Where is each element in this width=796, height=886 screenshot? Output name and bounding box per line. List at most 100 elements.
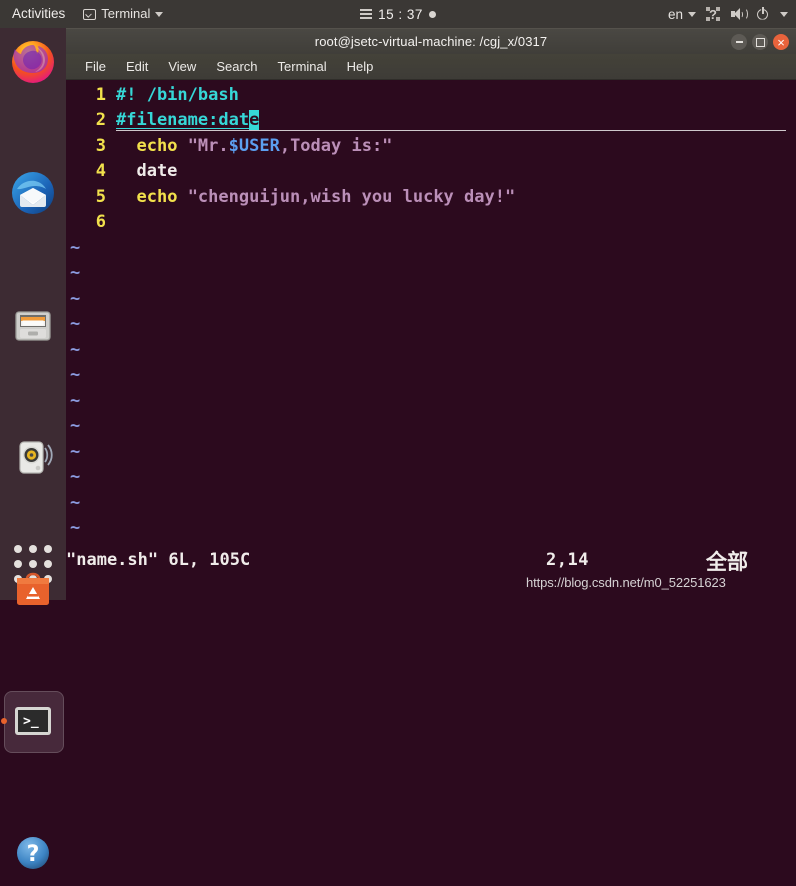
status-scroll-percent: 全部 bbox=[706, 550, 748, 574]
help-icon: ? bbox=[17, 837, 49, 869]
code-token: "Mr. bbox=[187, 135, 229, 156]
svg-text:>_: >_ bbox=[23, 714, 39, 729]
menu-terminal[interactable]: Terminal bbox=[269, 56, 336, 77]
underline-rule bbox=[116, 129, 786, 131]
empty-line-marker: ~ bbox=[66, 286, 106, 312]
tilde-glyph: ~ bbox=[70, 263, 81, 284]
line-number: 6 bbox=[95, 212, 106, 233]
clock-label[interactable]: 15 : 37 bbox=[378, 7, 423, 22]
accessibility-icon[interactable]: ? bbox=[705, 6, 721, 22]
empty-line-marker: ~ bbox=[66, 235, 106, 261]
window-titlebar: root@jsetc-virtual-machine: /cgj_x/0317 bbox=[66, 28, 796, 54]
terminal-window: root@jsetc-virtual-machine: /cgj_x/0317 … bbox=[66, 28, 796, 600]
volume-icon[interactable] bbox=[730, 6, 748, 22]
empty-line-marker: ~ bbox=[66, 261, 106, 287]
code-line: 3 echo "Mr. $USER ,Today is:" bbox=[66, 133, 393, 159]
empty-line-marker: ~ bbox=[66, 490, 106, 516]
maximize-button[interactable] bbox=[752, 34, 768, 50]
tilde-glyph: ~ bbox=[70, 288, 81, 309]
empty-line-marker: ~ bbox=[66, 414, 106, 440]
watermark-url: https://blog.csdn.net/m0_52251623 bbox=[526, 575, 726, 590]
chevron-down-icon[interactable] bbox=[780, 11, 788, 17]
status-file-info: "name.sh" 6L, 105C bbox=[66, 550, 251, 570]
menu-search[interactable]: Search bbox=[207, 56, 266, 77]
empty-line-marker: ~ bbox=[66, 337, 106, 363]
tilde-glyph: ~ bbox=[70, 365, 81, 386]
dock-item-thunderbird[interactable] bbox=[0, 160, 66, 226]
line-number: 2 bbox=[95, 110, 106, 131]
terminal-icon: >_ bbox=[15, 707, 51, 735]
code-token: ,Today is:" bbox=[279, 135, 393, 156]
empty-line-marker: ~ bbox=[66, 363, 106, 389]
empty-line-marker: ~ bbox=[66, 312, 106, 338]
window-title: root@jsetc-virtual-machine: /cgj_x/0317 bbox=[314, 34, 548, 49]
app-menu-label: Terminal bbox=[101, 6, 151, 21]
dock-item-rhythmbox[interactable] bbox=[0, 424, 66, 490]
tilde-glyph: ~ bbox=[70, 467, 81, 488]
dock-item-terminal[interactable]: >_ bbox=[0, 688, 66, 754]
empty-line-marker: ~ bbox=[66, 388, 106, 414]
line-number: 5 bbox=[95, 186, 106, 207]
tilde-glyph: ~ bbox=[70, 416, 81, 437]
tilde-glyph: ~ bbox=[70, 237, 81, 258]
code-line: 6 bbox=[66, 210, 116, 236]
chevron-down-icon bbox=[688, 11, 696, 17]
files-icon bbox=[15, 311, 51, 341]
code-token: echo bbox=[136, 186, 178, 207]
code-line: 1 #! /bin/bash bbox=[66, 82, 239, 108]
chevron-down-icon bbox=[155, 11, 164, 17]
line-number: 4 bbox=[95, 161, 106, 182]
dock-item-files[interactable] bbox=[0, 292, 66, 358]
terminal-icon bbox=[83, 8, 97, 20]
rhythmbox-icon bbox=[19, 441, 53, 474]
empty-line-marker: ~ bbox=[66, 439, 106, 465]
close-button[interactable] bbox=[773, 34, 789, 50]
power-icon[interactable] bbox=[755, 6, 771, 22]
line-number: 3 bbox=[95, 135, 106, 156]
thunderbird-icon bbox=[12, 172, 54, 214]
line-number: 1 bbox=[95, 84, 106, 105]
tilde-glyph: ~ bbox=[70, 441, 81, 462]
code-token: "chenguijun,wish you lucky day!" bbox=[187, 186, 516, 207]
window-controls bbox=[731, 34, 789, 50]
menu-view[interactable]: View bbox=[159, 56, 205, 77]
minimize-button[interactable] bbox=[731, 34, 747, 50]
menu-edit[interactable]: Edit bbox=[117, 56, 157, 77]
tilde-glyph: ~ bbox=[70, 339, 81, 360]
language-label: en bbox=[667, 6, 683, 22]
dock-item-ubuntu-software[interactable] bbox=[0, 556, 66, 622]
language-indicator[interactable]: en bbox=[668, 7, 696, 22]
text-cursor: e bbox=[249, 110, 260, 131]
empty-line-marker: ~ bbox=[66, 516, 106, 542]
ubuntu-dock: >_ ? bbox=[0, 28, 66, 869]
svg-text:?: ? bbox=[27, 842, 40, 867]
ubuntu-software-icon bbox=[17, 572, 49, 605]
dock-item-firefox[interactable] bbox=[0, 28, 66, 94]
vim-editor-area[interactable]: 1 #! /bin/bash 2 #filename:dat e 3 echo "Mr. $… bbox=[66, 80, 796, 600]
vim-status-line: "name.sh" 6L, 105C 2,14 全部 https://blog.… bbox=[66, 542, 796, 600]
code-token: $USER bbox=[228, 135, 280, 156]
code-token: date bbox=[116, 161, 178, 182]
activities-button[interactable]: Activities bbox=[0, 0, 75, 28]
notification-dot-icon bbox=[428, 10, 436, 18]
gnome-top-bar: Activities Terminal 15 : 37 en ? bbox=[0, 0, 796, 28]
code-token: #filename:dat bbox=[116, 110, 250, 131]
dock-item-help[interactable]: ? bbox=[0, 820, 66, 886]
tilde-glyph: ~ bbox=[70, 518, 81, 539]
code-line: 5 echo "chenguijun,wish you lucky day!" bbox=[66, 184, 515, 210]
system-tray: en ? bbox=[668, 0, 788, 28]
app-menu-terminal[interactable]: Terminal bbox=[75, 0, 171, 28]
code-token: echo bbox=[136, 135, 178, 156]
tilde-glyph: ~ bbox=[70, 314, 81, 335]
status-cursor-position: 2,14 bbox=[546, 550, 589, 570]
calendar-icon bbox=[360, 9, 373, 19]
firefox-icon bbox=[12, 41, 54, 83]
code-line: 4 date bbox=[66, 159, 178, 185]
menu-file[interactable]: File bbox=[76, 56, 115, 77]
code-token: #! /bin/bash bbox=[116, 84, 239, 105]
menu-help[interactable]: Help bbox=[338, 56, 383, 77]
